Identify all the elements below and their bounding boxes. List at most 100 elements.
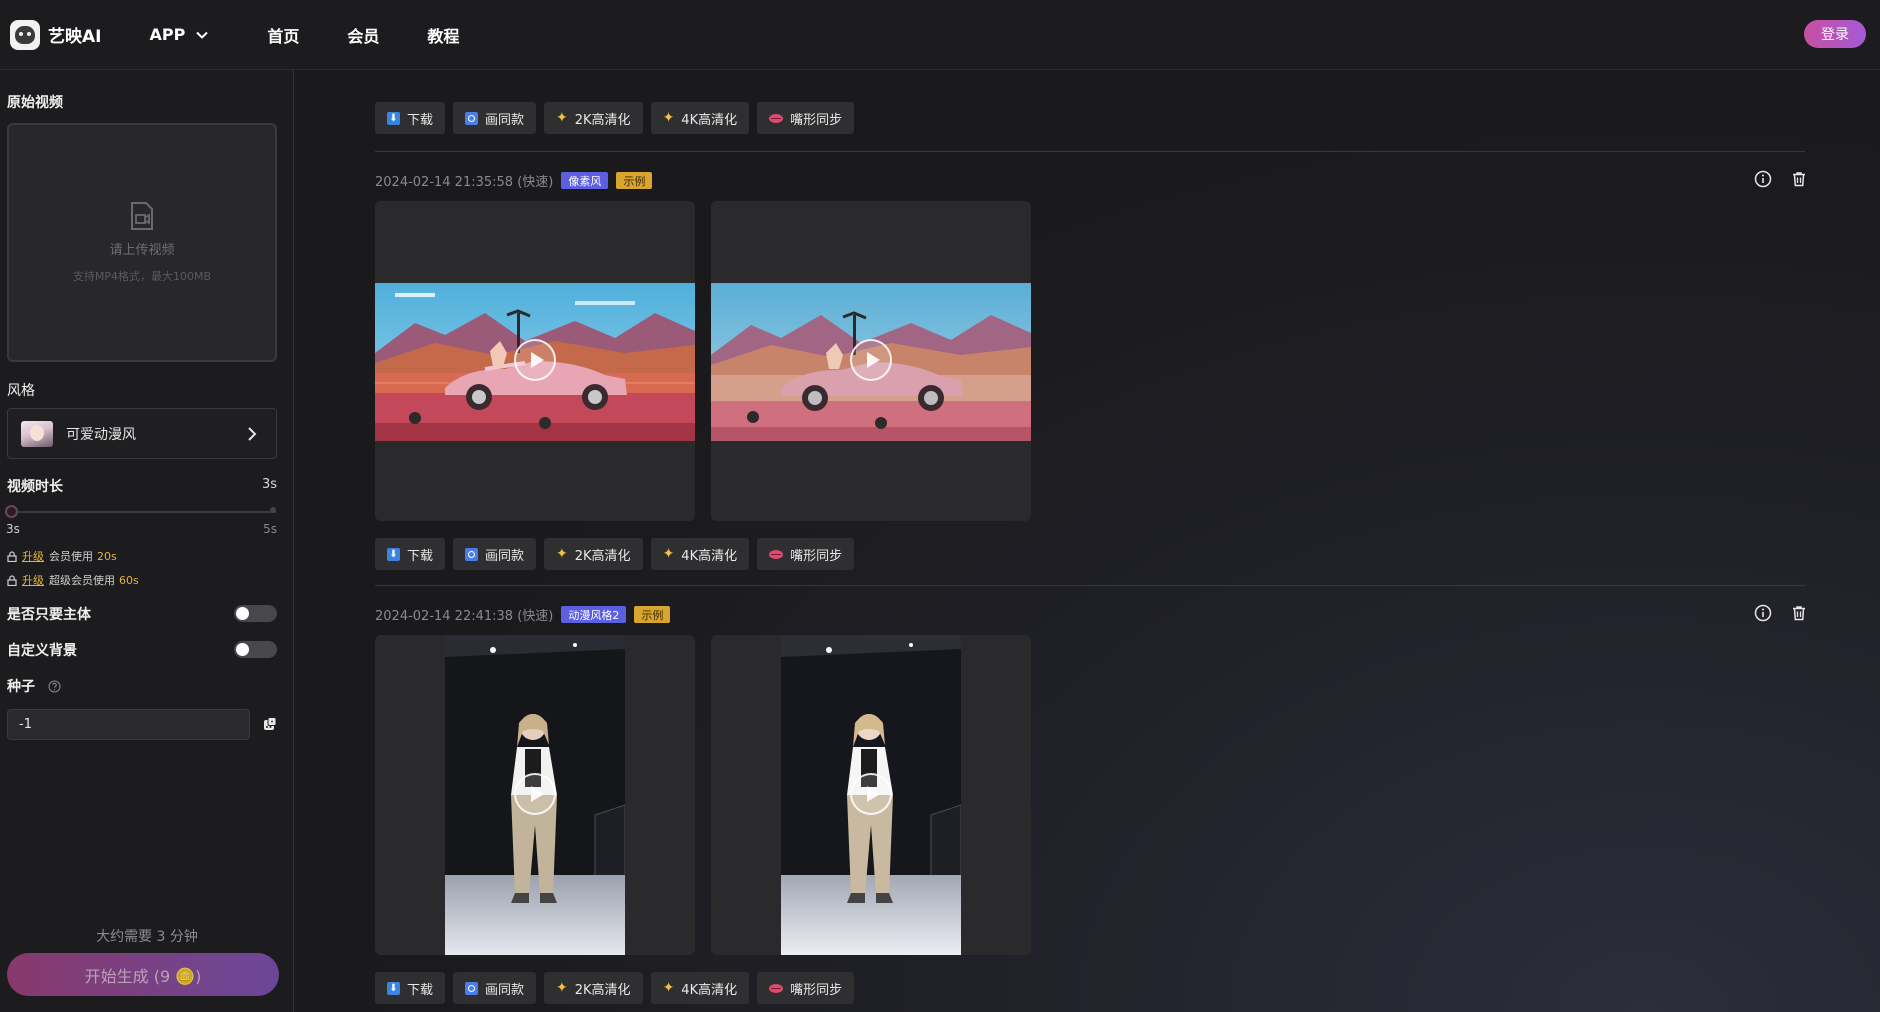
slider-end-dot bbox=[270, 507, 276, 513]
lip-sync-label: 嘴形同步 bbox=[790, 548, 843, 564]
upload-format-note: 支持MP4格式，最大100MB bbox=[72, 270, 212, 283]
top-bar: 艺映AI APP 首页 会员 教程 登录 bbox=[0, 0, 1880, 70]
download-button[interactable]: ⬇ 下载 bbox=[375, 538, 446, 570]
style-tag: 像素风 bbox=[561, 172, 609, 189]
lip-sync-label: 嘴形同步 bbox=[790, 112, 843, 128]
generated-video-card[interactable] bbox=[711, 201, 1031, 521]
chevron-down-icon bbox=[196, 31, 209, 39]
original-video-card[interactable] bbox=[375, 635, 695, 955]
action-row-top: ⬇ 下载 画同款 ✦ 2K高清化 ✦ 4K高清化 嘴形同步 bbox=[375, 102, 862, 134]
download-label: 下载 bbox=[407, 982, 434, 998]
make-same-icon bbox=[465, 547, 479, 561]
duration-label: 视频时长 bbox=[7, 479, 63, 495]
help-icon[interactable] bbox=[48, 680, 61, 693]
upload-hint: 请上传视频 bbox=[109, 243, 175, 258]
start-generate-button[interactable]: 开始生成 (9 🪙) bbox=[7, 953, 279, 996]
play-icon[interactable] bbox=[514, 773, 556, 815]
style-tag: 动漫风格2 bbox=[561, 606, 627, 623]
example-tag: 示例 bbox=[634, 606, 671, 623]
make-same-button[interactable]: 画同款 bbox=[453, 538, 537, 570]
brand-name: 艺映AI bbox=[48, 27, 102, 47]
custom-background-label: 自定义背景 bbox=[7, 643, 77, 659]
make-same-button[interactable]: 画同款 bbox=[453, 972, 537, 1004]
entry-timestamp: 2024-02-14 21:35:58 (快速) bbox=[375, 175, 554, 190]
make-same-icon bbox=[465, 981, 479, 995]
nav-home[interactable]: 首页 bbox=[267, 23, 299, 47]
brand-logo[interactable]: 艺映AI bbox=[10, 19, 102, 50]
main-nav: APP 首页 会员 教程 bbox=[147, 23, 507, 47]
entry-meta: 2024-02-14 21:35:58 (快速) 像素风 示例 bbox=[375, 171, 653, 190]
download-button[interactable]: ⬇ 下载 bbox=[375, 102, 446, 134]
upscale-4k-button[interactable]: ✦ 4K高清化 bbox=[650, 972, 750, 1004]
slider-max-label: 5s bbox=[263, 522, 277, 536]
nav-app-label: APP bbox=[149, 25, 186, 44]
seed-label-row: 种子 bbox=[7, 676, 61, 696]
custom-background-toggle[interactable] bbox=[234, 641, 277, 658]
lock-icon bbox=[7, 550, 17, 562]
trash-icon[interactable] bbox=[1790, 170, 1808, 188]
upscale-2k-label: 2K高清化 bbox=[574, 548, 631, 564]
trash-icon[interactable] bbox=[1790, 604, 1808, 622]
make-same-label: 画同款 bbox=[485, 112, 525, 128]
play-icon[interactable] bbox=[514, 339, 556, 381]
nav-tutorial[interactable]: 教程 bbox=[427, 23, 459, 47]
lip-sync-button[interactable]: 嘴形同步 bbox=[757, 102, 855, 134]
lips-icon bbox=[769, 983, 784, 993]
upscale-4k-label: 4K高清化 bbox=[681, 982, 738, 998]
lock-icon bbox=[7, 574, 17, 586]
upscale-4k-button[interactable]: ✦ 4K高清化 bbox=[650, 538, 750, 570]
login-button[interactable]: 登录 bbox=[1804, 20, 1866, 48]
upscale-2k-label: 2K高清化 bbox=[574, 982, 631, 998]
generated-video-card[interactable] bbox=[711, 635, 1031, 955]
info-icon[interactable] bbox=[1754, 170, 1772, 188]
upgrade-member-line: 升级 会员使用 20s bbox=[7, 548, 117, 564]
make-same-button[interactable]: 画同款 bbox=[453, 102, 537, 134]
duration-slider-handle[interactable] bbox=[5, 505, 18, 518]
lip-sync-label: 嘴形同步 bbox=[790, 982, 843, 998]
duration-slider-track[interactable] bbox=[11, 511, 276, 513]
play-icon[interactable] bbox=[850, 339, 892, 381]
upscale-4k-label: 4K高清化 bbox=[681, 548, 738, 564]
entry-controls bbox=[1736, 170, 1808, 188]
lip-sync-button[interactable]: 嘴形同步 bbox=[757, 972, 855, 1004]
upgrade-text: 超级会员使用 bbox=[49, 574, 115, 587]
download-label: 下载 bbox=[407, 548, 434, 564]
lip-sync-button[interactable]: 嘴形同步 bbox=[757, 538, 855, 570]
seed-input[interactable] bbox=[7, 709, 250, 740]
entry-divider bbox=[375, 151, 1805, 152]
upgrade-text: 会员使用 bbox=[49, 550, 93, 563]
upgrade-super-member-line: 升级 超级会员使用 60s bbox=[7, 572, 139, 588]
nav-app-dropdown[interactable]: APP bbox=[149, 25, 209, 44]
original-video-card[interactable] bbox=[375, 201, 695, 521]
entry-timestamp: 2024-02-14 22:41:38 (快速) bbox=[375, 609, 554, 624]
entry-controls bbox=[1736, 604, 1808, 622]
seed-label: 种子 bbox=[7, 679, 35, 695]
info-icon[interactable] bbox=[1754, 604, 1772, 622]
download-icon: ⬇ bbox=[387, 547, 400, 561]
play-icon[interactable] bbox=[850, 773, 892, 815]
download-label: 下载 bbox=[407, 112, 434, 128]
upscale-2k-button[interactable]: ✦ 2K高清化 bbox=[544, 972, 643, 1004]
download-button[interactable]: ⬇ 下载 bbox=[375, 972, 446, 1004]
dice-random-icon[interactable] bbox=[262, 716, 278, 732]
sparkle-icon: ✦ bbox=[662, 110, 675, 126]
estimated-time: 大约需要 3 分钟 bbox=[96, 929, 198, 945]
upgrade-duration: 60s bbox=[119, 573, 139, 587]
nav-membership[interactable]: 会员 bbox=[347, 23, 379, 47]
original-video-label: 原始视频 bbox=[7, 95, 63, 111]
chevron-right-icon bbox=[248, 427, 257, 441]
upscale-2k-button[interactable]: ✦ 2K高清化 bbox=[544, 102, 643, 134]
subject-only-toggle[interactable] bbox=[234, 605, 277, 622]
style-selector[interactable]: 可爱动漫风 bbox=[7, 408, 277, 459]
example-tag: 示例 bbox=[616, 172, 653, 189]
action-row-entry-2: ⬇ 下载 画同款 ✦ 2K高清化 ✦ 4K高清化 嘴形同步 bbox=[375, 972, 862, 1004]
sparkle-icon: ✦ bbox=[556, 980, 568, 996]
upscale-4k-button[interactable]: ✦ 4K高清化 bbox=[650, 102, 750, 134]
upgrade-link[interactable]: 升级 bbox=[22, 548, 44, 564]
upgrade-duration: 20s bbox=[97, 549, 117, 563]
make-same-label: 画同款 bbox=[485, 548, 525, 564]
video-upload-dropzone[interactable]: 请上传视频 支持MP4格式，最大100MB bbox=[7, 123, 277, 362]
upgrade-link[interactable]: 升级 bbox=[22, 572, 44, 588]
upscale-2k-button[interactable]: ✦ 2K高清化 bbox=[544, 538, 643, 570]
duration-value: 3s bbox=[261, 477, 277, 492]
